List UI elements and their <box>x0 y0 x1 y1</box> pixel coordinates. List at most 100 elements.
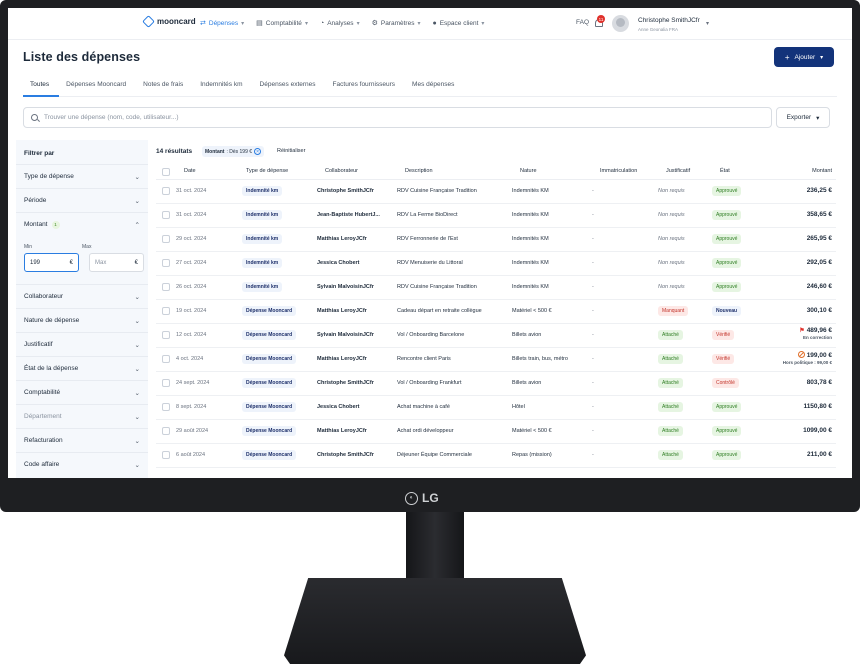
receipt-status: Non requis <box>658 188 685 194</box>
row-checkbox[interactable] <box>162 427 170 435</box>
user-menu[interactable]: Christophe SmithJCfr Anne Geonalia FRA <box>638 16 700 34</box>
add-button[interactable]: + Ajouter ▾ <box>774 47 834 67</box>
tab-depenses-externes[interactable]: Dépenses externes <box>253 77 326 97</box>
notifications-button[interactable]: 11 <box>594 15 605 28</box>
description-cell: Cadeau départ en retraite collègue <box>397 308 482 314</box>
description-cell: Achat ordi développeur <box>397 428 454 434</box>
status-badge: Approuvé <box>712 186 742 196</box>
receipt-status: Attaché <box>658 378 683 388</box>
row-checkbox[interactable] <box>162 355 170 363</box>
search-input[interactable] <box>44 114 644 121</box>
search-bar <box>23 107 772 128</box>
filter-nature[interactable]: Nature de dépense ⌄ <box>16 308 148 332</box>
chevron-up-icon: ⌃ <box>134 221 140 229</box>
export-button[interactable]: Exporter ▾ <box>776 107 830 128</box>
amount-max-field[interactable]: Max € <box>89 253 144 272</box>
filter-refacturation[interactable]: Refacturation ⌄ <box>16 428 148 452</box>
active-filter-chip[interactable]: Montant : Dès 199 € × <box>202 146 265 157</box>
amount-cell: 211,00 € <box>807 451 832 458</box>
tab-factures-fournisseurs[interactable]: Factures fournisseurs <box>326 77 406 97</box>
table-row[interactable]: 29 août 2024 Dépense Mooncard Matthias Ler… <box>156 420 836 444</box>
collaborator-cell: Jean-Baptiste HubertJ... <box>317 212 380 218</box>
receipt-status: Attaché <box>658 426 683 436</box>
type-badge: Indemnité km <box>242 234 283 244</box>
amount-min-field[interactable]: 199 € <box>24 253 79 272</box>
row-checkbox[interactable] <box>162 283 170 291</box>
table-row[interactable]: 12 oct. 2024 Dépense Mooncard Sylvain Malv… <box>156 324 836 348</box>
ledger-icon: ▤ <box>256 20 263 27</box>
table-row[interactable]: 31 oct. 2024 Indemnité km Jean-Baptiste Hu… <box>156 204 836 228</box>
row-checkbox[interactable] <box>162 403 170 411</box>
table-row[interactable]: 6 août 2024 Dépense Mooncard Christophe Sm… <box>156 444 836 468</box>
close-icon[interactable]: × <box>254 148 262 155</box>
reset-filters-link[interactable]: Réinitialiser <box>277 148 305 154</box>
amount-cell: ⚑ 489,96 € En correction <box>799 327 832 340</box>
chevron-down-icon: ⌄ <box>134 365 140 373</box>
amount-cell: 236,25 € <box>806 187 832 194</box>
nav-item-espace-client[interactable]: ● Espace client ▾ <box>432 19 484 27</box>
row-checkbox[interactable] <box>162 451 170 459</box>
filter-period[interactable]: Période ⌄ <box>16 188 148 212</box>
receipt-status: Non requis <box>658 284 685 290</box>
row-checkbox[interactable] <box>162 259 170 267</box>
amount-cell: 292,05 € <box>806 259 832 266</box>
table-row[interactable]: 29 oct. 2024 Indemnité km Matthias LeroyJC… <box>156 228 836 252</box>
row-checkbox[interactable] <box>162 211 170 219</box>
table-row[interactable]: 19 oct. 2024 Dépense Mooncard Matthias Ler… <box>156 300 836 324</box>
chevron-down-icon: ⌄ <box>134 317 140 325</box>
nav-item-depenses[interactable]: ⇄ Dépenses ▾ <box>200 19 244 28</box>
filter-count-badge: 1 <box>51 220 60 229</box>
filter-justificatif[interactable]: Justificatif ⌄ <box>16 332 148 356</box>
chevron-down-icon[interactable]: ▾ <box>706 20 709 27</box>
filter-amount[interactable]: Montant 1 ⌃ <box>16 212 148 236</box>
nav-item-comptabilite[interactable]: ▤ Comptabilité ▾ <box>256 19 308 28</box>
row-checkbox[interactable] <box>162 235 170 243</box>
collaborator-cell: Matthias LeroyJCfr <box>317 428 367 434</box>
nature-cell: Indemnités KM <box>512 236 549 242</box>
receipt-status: Attaché <box>658 450 683 460</box>
tab-mes-depenses[interactable]: Mes dépenses <box>405 77 464 97</box>
table-row[interactable]: 31 oct. 2024 Indemnité km Christophe Smith… <box>156 180 836 204</box>
row-checkbox[interactable] <box>162 331 170 339</box>
status-badge: Approuvé <box>712 426 742 436</box>
tab-toutes[interactable]: Toutes <box>23 77 60 97</box>
row-checkbox[interactable] <box>162 187 170 195</box>
status-badge: Nouveau <box>712 306 742 316</box>
collaborator-cell: Jessica Chobert <box>317 404 360 410</box>
nature-cell: Matériel < 500 € <box>512 308 552 314</box>
table-row[interactable]: 27 oct. 2024 Indemnité km Jessica Chobert R… <box>156 252 836 276</box>
nav-item-parametres[interactable]: ⚙ Paramètres ▾ <box>372 19 421 28</box>
nav-item-analyses[interactable]: ◔ Analyses ▾ <box>320 19 360 27</box>
row-checkbox[interactable] <box>162 379 170 387</box>
date-cell: 12 oct. 2024 <box>176 332 207 338</box>
select-all-checkbox[interactable] <box>162 168 170 176</box>
table-row[interactable]: 26 oct. 2024 Indemnité km Sylvain Malvoisi… <box>156 276 836 300</box>
chevron-down-icon: ▾ <box>481 20 485 27</box>
filter-collaborateur[interactable]: Collaborateur ⌄ <box>16 284 148 308</box>
filter-departement[interactable]: Département ⌄ <box>16 404 148 428</box>
filter-code-affaire[interactable]: Code affaire ⌄ <box>16 452 148 476</box>
status-badge: Vérifié <box>712 354 735 364</box>
chevron-down-icon: ▾ <box>820 54 824 61</box>
table-row[interactable]: 8 sept. 2024 Dépense Mooncard Jessica Chob… <box>156 396 836 420</box>
filter-etat[interactable]: État de la dépense ⌄ <box>16 356 148 380</box>
filter-comptabilite[interactable]: Comptabilité ⌄ <box>16 380 148 404</box>
faq-link[interactable]: FAQ <box>576 19 589 26</box>
collaborator-cell: Sylvain MalvoisinJCfr <box>317 284 374 290</box>
user-name: Christophe SmithJCfr <box>638 17 700 24</box>
table-row[interactable]: 4 oct. 2024 Dépense Mooncard Matthias Lero… <box>156 348 836 372</box>
filter-type[interactable]: Type de dépense ⌄ <box>16 164 148 188</box>
date-cell: 29 oct. 2024 <box>176 236 207 242</box>
row-checkbox[interactable] <box>162 307 170 315</box>
date-cell: 19 oct. 2024 <box>176 308 207 314</box>
brand-logo[interactable]: mooncard <box>142 15 196 28</box>
lg-logo-icon: ◐ <box>405 491 418 505</box>
tab-indemnites-km[interactable]: Indemnités km <box>193 77 252 97</box>
description-cell: RDV La Ferme BioDirect <box>397 212 458 218</box>
avatar[interactable] <box>612 15 629 32</box>
table-row[interactable]: 24 sept. 2024 Dépense Mooncard Christophe … <box>156 372 836 396</box>
tab-notes-de-frais[interactable]: Notes de frais <box>136 77 193 97</box>
app-screen: mooncard ⇄ Dépenses ▾ ▤ Comptabilité ▾ ◔ <box>8 8 852 478</box>
nature-cell: Billets avion <box>512 380 542 386</box>
tab-depenses-mooncard[interactable]: Dépenses Mooncard <box>59 77 136 97</box>
